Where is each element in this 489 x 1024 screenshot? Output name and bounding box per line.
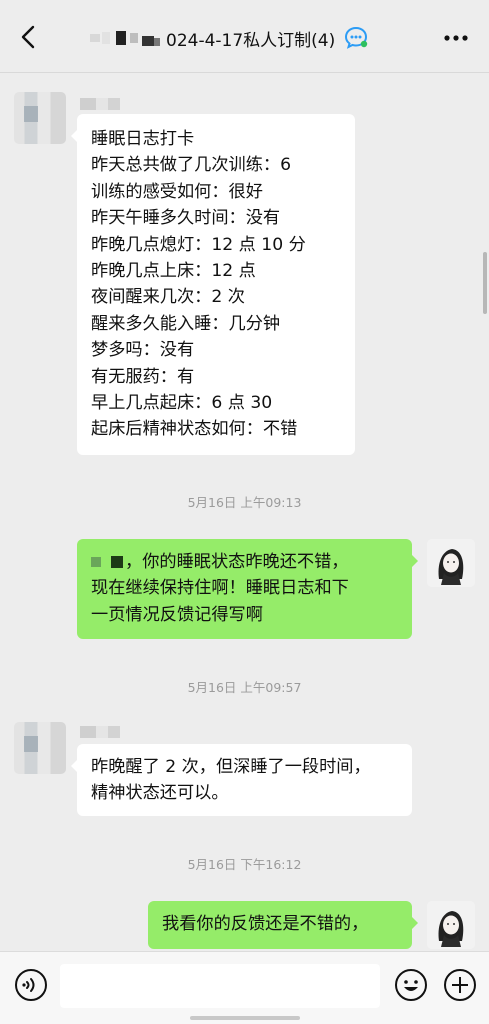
- message-bubble-sleep-log[interactable]: 睡眠日志打卡 昨天总共做了几次训练：6 训练的感受如何：很好 昨天午睡多久时间：…: [71, 114, 355, 455]
- more-dots-icon[interactable]: [441, 24, 471, 52]
- message-line: 梦多吗：没有: [91, 340, 195, 361]
- message-timestamp: 5月16日 上午09:57: [187, 680, 302, 695]
- message-bubble-reply-2[interactable]: 我看你的反馈还是不错的，: [148, 901, 418, 949]
- redacted-name-mosaic: [91, 557, 101, 567]
- message-line: 有无服药：有: [91, 366, 195, 387]
- message-line: 起床后精神状态如何：不错: [91, 419, 298, 440]
- my-avatar[interactable]: [427, 539, 475, 587]
- plus-icon[interactable]: [443, 968, 477, 1002]
- sender-name: [80, 98, 120, 110]
- sender-avatar[interactable]: [14, 92, 66, 144]
- message-line: ，你的睡眠状态昨晚还不错，: [91, 549, 400, 575]
- scrollbar[interactable]: [483, 252, 487, 314]
- voice-icon[interactable]: [14, 968, 48, 1002]
- chat-title-text: 024-4-17私人订制(4): [166, 30, 336, 51]
- input-bar: [0, 951, 489, 1024]
- message-line: 早上几点起床：6 点 30: [91, 393, 273, 414]
- message-line: 我看你的反馈还是不错的，: [162, 914, 369, 934]
- message-line: 昨天总共做了几次训练：6: [91, 155, 291, 176]
- message-line: 训练的感受如何：很好: [91, 181, 263, 202]
- message-line: 昨晚几点熄灯：12 点 10 分: [91, 234, 306, 255]
- message-line: 精神状态还可以。: [91, 783, 229, 804]
- redacted-name-mosaic: [90, 31, 160, 46]
- message-bubble-feedback[interactable]: 昨晚醒了 2 次，但深睡了一段时间， 精神状态还可以。: [71, 744, 412, 816]
- message-line: 一页情况反馈记得写啊: [91, 604, 263, 625]
- home-indicator: [190, 1016, 300, 1020]
- message-bubble-reply-1[interactable]: ，你的睡眠状态昨晚还不错， 现在继续保持住啊！睡眠日志和下 一页情况反馈记得写啊: [77, 539, 418, 639]
- emoji-icon[interactable]: [394, 968, 428, 1002]
- message-timestamp: 5月16日 上午09:13: [187, 495, 302, 510]
- chat-title[interactable]: 024-4-17私人订制(4): [90, 22, 369, 54]
- message-line: 昨晚几点上床：12 点: [91, 261, 256, 282]
- message-line: 睡眠日志打卡: [91, 129, 195, 149]
- my-avatar[interactable]: [427, 901, 475, 949]
- message-line: 昨天午睡多久时间：没有: [91, 208, 281, 229]
- message-line: 夜间醒来几次：2 次: [91, 287, 245, 308]
- group-chat-icon: [345, 26, 368, 49]
- chevron-left-icon[interactable]: [14, 20, 44, 54]
- chat-header: 024-4-17私人订制(4): [0, 0, 489, 73]
- redacted-name-mosaic: [111, 556, 123, 568]
- message-line: 现在继续保持住啊！睡眠日志和下: [91, 578, 349, 599]
- sender-name: [80, 726, 120, 738]
- message-timestamp: 5月16日 下午16:12: [187, 857, 302, 872]
- message-line: 昨晚醒了 2 次，但深睡了一段时间，: [91, 757, 371, 777]
- message-input[interactable]: [60, 964, 380, 1008]
- message-line: 醒来多久能入睡：几分钟: [91, 313, 281, 334]
- sender-avatar[interactable]: [14, 722, 66, 774]
